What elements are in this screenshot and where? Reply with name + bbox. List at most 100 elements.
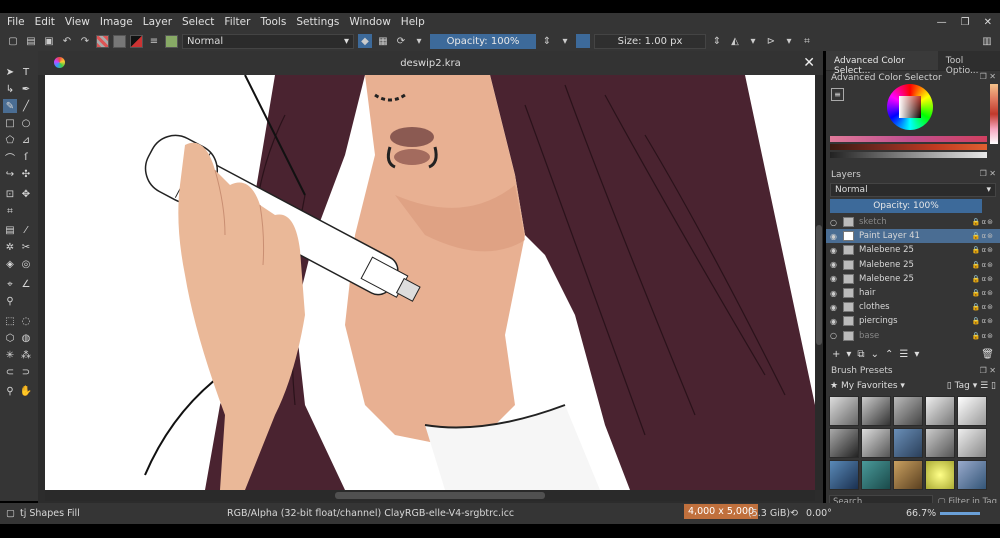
rotate-icon[interactable]: ⟲ bbox=[790, 508, 798, 519]
delete-layer-icon[interactable]: 🗑 bbox=[981, 349, 994, 360]
menu-settings[interactable]: Settings bbox=[291, 16, 344, 28]
brush-preset[interactable] bbox=[861, 395, 891, 426]
menu-tools[interactable]: Tools bbox=[255, 16, 291, 28]
horizontal-scrollbar[interactable] bbox=[45, 490, 815, 501]
chevron-down-icon[interactable]: ▾ bbox=[412, 34, 426, 48]
brush-preset-swatch[interactable] bbox=[165, 34, 178, 48]
pan-tool-icon[interactable]: ✋ bbox=[19, 384, 33, 398]
color-gradient-strip[interactable] bbox=[830, 144, 987, 150]
brush-preset[interactable] bbox=[829, 427, 859, 458]
enclose-fill-icon[interactable]: ◎ bbox=[19, 257, 33, 271]
brush-preset[interactable] bbox=[893, 427, 923, 458]
restore-icon[interactable]: ❐ bbox=[961, 17, 970, 28]
brush-preset[interactable] bbox=[925, 427, 955, 458]
layer-flags-icon[interactable]: 🔒α⊛ bbox=[972, 218, 994, 226]
menu-edit[interactable]: Edit bbox=[30, 16, 60, 28]
freehand-select-icon[interactable]: ◍ bbox=[19, 331, 33, 345]
eye-icon[interactable]: ◉ bbox=[830, 289, 840, 298]
color-history-strip[interactable] bbox=[830, 136, 987, 142]
layer-flags-icon[interactable]: 🔒α⊛ bbox=[972, 261, 994, 269]
measure-tool-icon[interactable]: ∠ bbox=[19, 277, 33, 291]
menu-filter[interactable]: Filter bbox=[219, 16, 255, 28]
freehand-path-icon[interactable]: ſ bbox=[19, 150, 33, 164]
select-shapes-icon[interactable]: ➤ bbox=[3, 65, 17, 79]
multibrush-icon[interactable]: ✣ bbox=[19, 167, 33, 181]
toggle-docker-icon[interactable]: ▥ bbox=[980, 34, 994, 48]
move-layer-down-icon[interactable]: ⌄ bbox=[871, 349, 879, 360]
crop-tool-icon[interactable]: ⌗ bbox=[3, 204, 17, 218]
chevron-down-icon[interactable]: ▾ bbox=[558, 34, 572, 48]
document-tab[interactable]: deswip2.kra ✕ bbox=[38, 51, 823, 75]
layer-row[interactable]: ◉ Malebene 25 🔒α⊛ bbox=[826, 258, 1000, 272]
gradient-tool-icon[interactable]: ▤ bbox=[3, 223, 17, 237]
chevron-down-icon[interactable]: ▾ bbox=[846, 349, 851, 360]
move-tool-icon[interactable]: ✥ bbox=[19, 187, 33, 201]
brush-preset[interactable] bbox=[893, 459, 923, 490]
layer-flags-icon[interactable]: 🔒α⊛ bbox=[972, 246, 994, 254]
layer-properties-icon[interactable]: ☰ bbox=[899, 349, 908, 360]
eraser-mode-icon[interactable]: ◆ bbox=[358, 34, 372, 48]
fill-tool-icon[interactable]: ◈ bbox=[3, 257, 17, 271]
wrap-around-icon[interactable]: ⌗ bbox=[800, 34, 814, 48]
fg-bg-color-icon[interactable] bbox=[130, 34, 143, 48]
similar-select-icon[interactable]: ⁂ bbox=[19, 348, 33, 362]
mirror-horizontal-icon[interactable]: ◭ bbox=[728, 34, 742, 48]
chevron-down-icon[interactable]: ▾ bbox=[746, 34, 760, 48]
close-document-icon[interactable]: ✕ bbox=[803, 55, 815, 71]
menu-select[interactable]: Select bbox=[177, 16, 219, 28]
eye-icon[interactable]: ◉ bbox=[830, 246, 840, 255]
pattern-swatch[interactable] bbox=[113, 34, 126, 48]
polygon-tool-icon[interactable]: ⬠ bbox=[3, 133, 17, 147]
layer-flags-icon[interactable]: 🔒α⊛ bbox=[972, 232, 994, 240]
polygon-select-icon[interactable]: ⬡ bbox=[3, 331, 17, 345]
hidden-eye-icon[interactable]: ○ bbox=[830, 331, 840, 340]
brush-preset[interactable] bbox=[957, 459, 987, 490]
drawing-canvas[interactable] bbox=[45, 75, 815, 490]
zoom-tool-icon[interactable]: ⚲ bbox=[3, 384, 17, 398]
brush-preset[interactable] bbox=[893, 395, 923, 426]
close-window-icon[interactable]: ✕ bbox=[984, 17, 992, 28]
ellipse-tool-icon[interactable]: ○ bbox=[19, 116, 33, 130]
layer-row[interactable]: ◉ hair 🔒α⊛ bbox=[826, 286, 1000, 300]
brush-preset[interactable] bbox=[861, 459, 891, 490]
size-slider[interactable]: Size: 1.00 px bbox=[594, 33, 706, 49]
line-tool-icon[interactable]: ╱ bbox=[19, 99, 33, 113]
menu-layer[interactable]: Layer bbox=[138, 16, 177, 28]
layer-row[interactable]: ○ sketch 🔒α⊛ bbox=[826, 215, 1000, 229]
gradient-swatch[interactable] bbox=[96, 34, 109, 48]
layer-row[interactable]: ◉ clothes 🔒α⊛ bbox=[826, 300, 1000, 314]
chevron-down-icon[interactable]: ▾ bbox=[914, 349, 919, 360]
tab-tool-options[interactable]: Tool Optio... bbox=[937, 51, 1000, 76]
menu-window[interactable]: Window bbox=[344, 16, 395, 28]
eye-icon[interactable]: ◉ bbox=[830, 303, 840, 312]
move-layer-up-icon[interactable]: ⌃ bbox=[885, 349, 893, 360]
brush-group-select[interactable]: ★ My Favorites ▾ bbox=[830, 381, 905, 391]
layer-flags-icon[interactable]: 🔒α⊛ bbox=[972, 289, 994, 297]
stepper-icon[interactable]: ⇕ bbox=[710, 34, 724, 48]
rectangle-tool-icon[interactable]: □ bbox=[3, 116, 17, 130]
ellipse-select-icon[interactable]: ◌ bbox=[19, 314, 33, 328]
bezier-select-icon[interactable]: ⊂ bbox=[3, 365, 17, 379]
advanced-color-selector[interactable]: ≡ bbox=[826, 84, 1000, 164]
layer-opacity-slider[interactable]: Opacity: 100% bbox=[830, 199, 982, 213]
new-document-icon[interactable]: ▢ bbox=[6, 34, 20, 48]
freehand-brush-icon[interactable]: ✎ bbox=[3, 99, 17, 113]
panel-float-close-icon[interactable]: ❐ ✕ bbox=[980, 169, 996, 178]
duplicate-layer-icon[interactable]: ⧉ bbox=[857, 349, 864, 360]
text-tool-icon[interactable]: T bbox=[19, 65, 33, 79]
brush-preset[interactable] bbox=[829, 395, 859, 426]
panel-float-close-icon[interactable]: ❐ ✕ bbox=[980, 72, 996, 81]
menu-file[interactable]: File bbox=[0, 16, 30, 28]
scroll-thumb[interactable] bbox=[335, 492, 545, 499]
layer-flags-icon[interactable]: 🔒α⊛ bbox=[972, 317, 994, 325]
minimize-icon[interactable]: — bbox=[937, 17, 947, 28]
zoom-slider[interactable] bbox=[940, 512, 980, 515]
layer-blend-mode-select[interactable]: Normal ▾ bbox=[830, 183, 996, 197]
edit-brush-settings-icon[interactable]: ≡ bbox=[147, 34, 161, 48]
vertical-scrollbar[interactable] bbox=[815, 75, 823, 490]
open-folder-icon[interactable]: ▤ bbox=[24, 34, 38, 48]
eye-icon[interactable]: ◉ bbox=[830, 317, 840, 326]
eye-icon[interactable]: ◉ bbox=[830, 274, 840, 283]
preserve-alpha-icon[interactable]: ▦ bbox=[376, 34, 390, 48]
image-dimensions-badge[interactable]: 4,000 x 5,000 bbox=[684, 504, 759, 519]
